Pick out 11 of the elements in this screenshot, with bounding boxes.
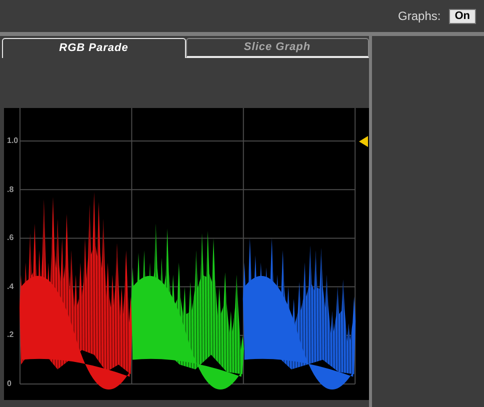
y-axis-label: .8 — [7, 184, 14, 195]
y-axis-label: 1.0 — [7, 136, 18, 146]
tab[interactable]: Slice Graph — [186, 38, 369, 58]
y-axis-label: .4 — [7, 282, 14, 292]
marker-icon — [359, 136, 368, 147]
y-axis-label: .2 — [7, 330, 14, 340]
y-axis-label: .6 — [7, 233, 14, 244]
graphs-toggle[interactable]: On — [448, 8, 476, 24]
y-axis-label: 0 — [7, 379, 12, 389]
graphs-label: Graphs: — [398, 8, 441, 25]
tab[interactable]: RGB Parade — [2, 38, 186, 58]
